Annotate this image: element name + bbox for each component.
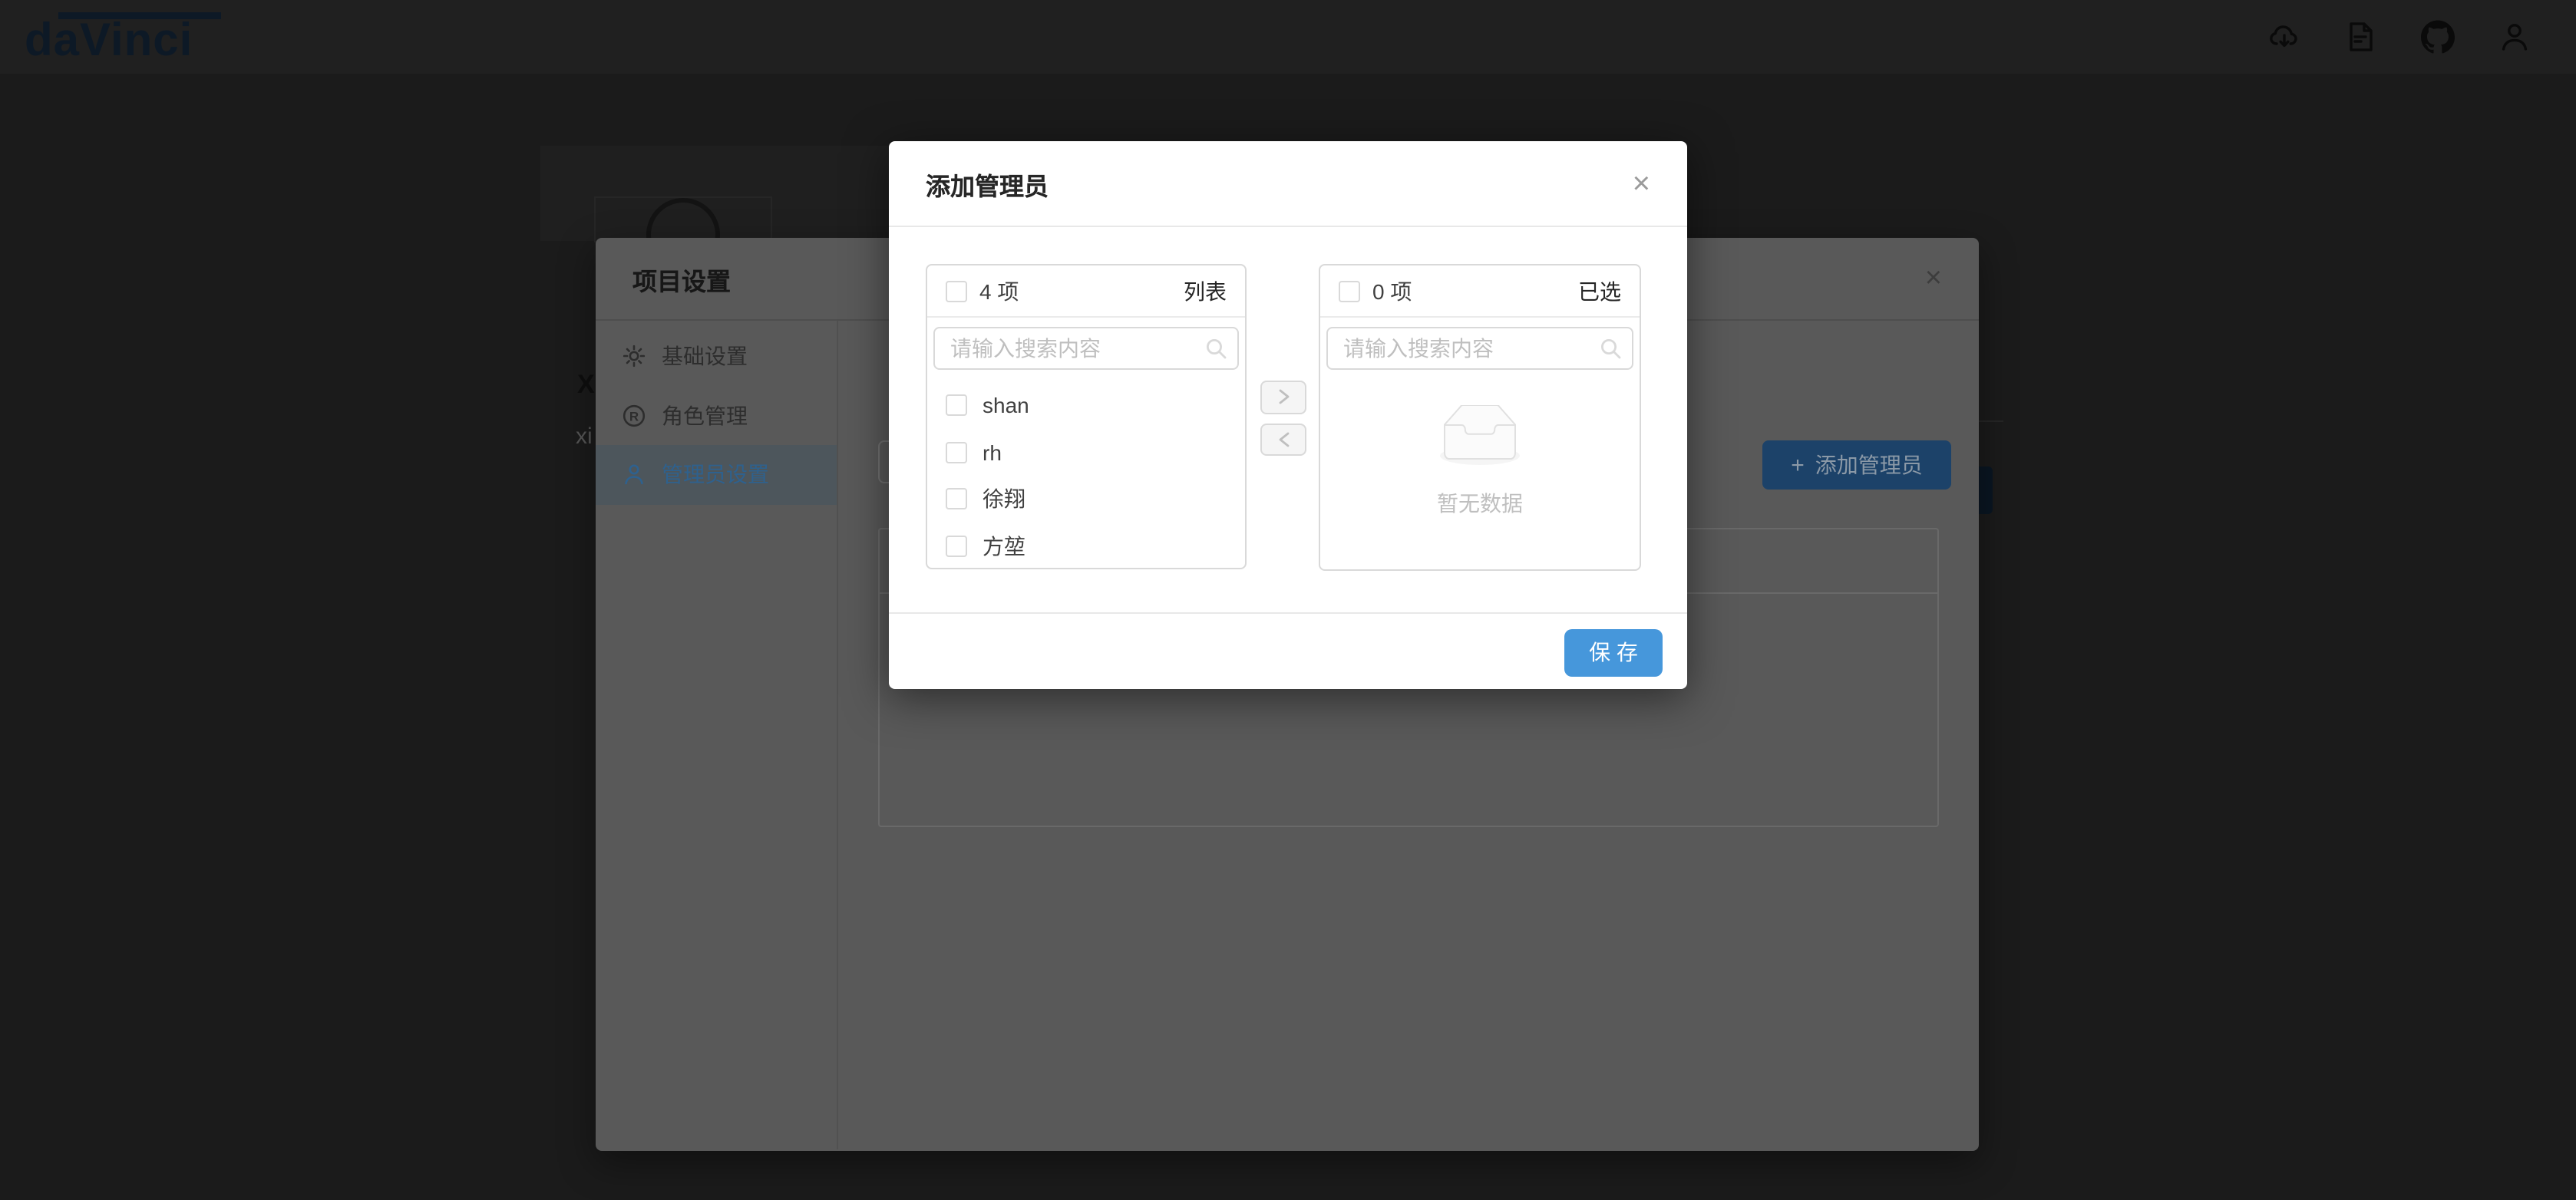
list-item[interactable]: 徐翔 <box>927 476 1245 523</box>
add-admin-modal-title: 添加管理员 <box>926 165 1049 202</box>
list-item[interactable]: 方堃 <box>927 523 1245 569</box>
search-input[interactable] <box>1326 327 1633 370</box>
plus-icon: + <box>1791 452 1805 478</box>
sidebar-item-basic-settings[interactable]: 基础设置 <box>596 327 837 386</box>
transfer-target-count: 0 项 <box>1372 275 1412 306</box>
list-item[interactable]: shan <box>927 382 1245 429</box>
sidebar-item-admin-settings[interactable]: 管理员设置 <box>596 445 837 504</box>
project-settings-close-icon[interactable]: × <box>1925 264 1942 293</box>
item-checkbox[interactable] <box>946 395 967 417</box>
sidebar-item-role-management[interactable]: R 角色管理 <box>596 386 837 445</box>
sidebar-item-label: 基础设置 <box>662 341 748 372</box>
add-admin-button[interactable]: + 添加管理员 <box>1762 440 1951 490</box>
person-icon <box>622 463 646 487</box>
project-settings-title: 项目设置 <box>632 260 731 297</box>
gear-icon <box>622 345 646 369</box>
item-checkbox[interactable] <box>946 536 967 557</box>
close-icon[interactable]: × <box>1633 168 1650 199</box>
document-icon[interactable] <box>2344 20 2378 54</box>
transfer-operations <box>1260 381 1306 456</box>
github-icon[interactable] <box>2421 20 2455 54</box>
project-settings-sidebar: 基础设置 R 角色管理 <box>596 321 838 1149</box>
move-right-button[interactable] <box>1260 381 1306 414</box>
transfer-source-header: 4 项 列表 <box>927 265 1245 318</box>
search-input[interactable] <box>933 327 1239 370</box>
list-item[interactable]: rh <box>927 429 1245 476</box>
dim-text-fragment-xi: xi <box>576 424 593 450</box>
select-all-checkbox[interactable] <box>1339 280 1360 302</box>
item-checkbox[interactable] <box>946 489 967 510</box>
empty-state: 暂无数据 <box>1319 405 1641 519</box>
item-label: 方堃 <box>983 531 1025 562</box>
search-icon <box>1600 338 1621 359</box>
sidebar-item-label: 管理员设置 <box>662 460 769 490</box>
dim-button-fragment <box>1979 466 1993 514</box>
user-icon[interactable] <box>2498 20 2531 54</box>
dim-line-fragment <box>1979 420 2003 422</box>
transfer-source-search <box>933 327 1239 370</box>
svg-text:daVinci: daVinci <box>25 14 193 63</box>
chevron-left-icon <box>1276 431 1290 448</box>
transfer-target-header: 0 项 已选 <box>1320 265 1640 318</box>
add-admin-modal-header: 添加管理员 × <box>889 141 1687 227</box>
chevron-right-icon <box>1276 389 1290 406</box>
item-label: 徐翔 <box>983 484 1025 515</box>
transfer-source-count: 4 项 <box>979 275 1019 306</box>
transfer-target-search <box>1326 327 1633 370</box>
sidebar-item-label: 角色管理 <box>662 401 748 431</box>
davinci-logo: daVinci <box>25 11 255 63</box>
svg-text:R: R <box>629 409 639 424</box>
add-admin-modal-footer: 保 存 <box>889 612 1687 689</box>
add-admin-modal: 添加管理员 × 4 项 列表 shan <box>889 141 1687 689</box>
move-left-button[interactable] <box>1260 423 1306 456</box>
app-header: daVinci <box>0 0 2576 74</box>
empty-box-icon <box>1431 405 1529 468</box>
select-all-checkbox[interactable] <box>946 280 967 302</box>
transfer-source-label: 列表 <box>1184 275 1227 306</box>
application-root: X xi daVinci <box>0 0 2576 1200</box>
transfer-source-list: 4 项 列表 shan rh 徐翔 <box>926 264 1247 569</box>
dim-text-fragment-x: X <box>577 370 595 401</box>
save-button[interactable]: 保 存 <box>1564 628 1663 676</box>
cloud-download-icon[interactable] <box>2267 20 2301 54</box>
item-label: rh <box>983 440 1002 465</box>
registered-icon: R <box>622 404 646 428</box>
item-checkbox[interactable] <box>946 442 967 463</box>
add-admin-button-label: 添加管理员 <box>1815 450 1923 480</box>
transfer-target-label: 已选 <box>1578 275 1621 306</box>
item-label: shan <box>983 394 1029 418</box>
empty-state-text: 暂无数据 <box>1319 488 1641 519</box>
search-icon <box>1205 338 1227 359</box>
